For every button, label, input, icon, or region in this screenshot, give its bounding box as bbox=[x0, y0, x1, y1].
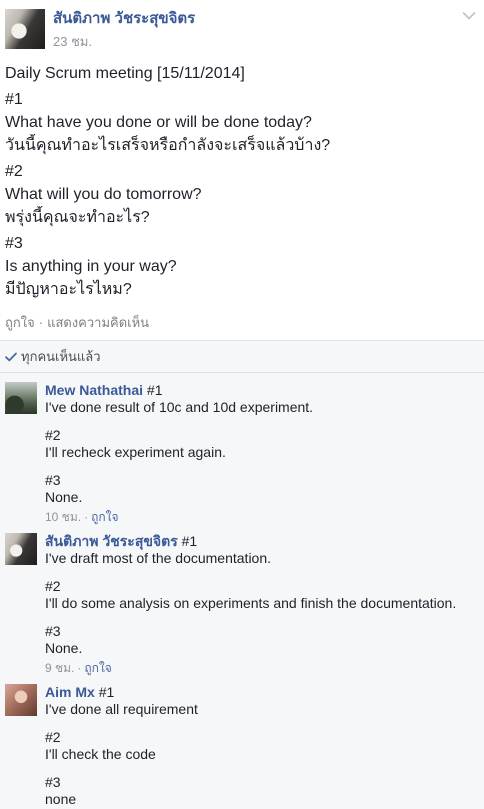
comment-text: None. bbox=[45, 489, 83, 505]
post-question-number: #3 bbox=[5, 235, 23, 252]
comment-text: I've done all requirement bbox=[45, 701, 198, 717]
post-question-en: Is anything in your way? bbox=[5, 258, 177, 275]
comment-meta: 9 ชม. · ถูกใจ bbox=[45, 660, 479, 677]
comment-paragraph: #3 None. bbox=[45, 472, 479, 506]
comment-body: Aim Mx #1 I've done all requirement #2 I… bbox=[45, 684, 479, 808]
commenter-avatar[interactable] bbox=[5, 382, 37, 414]
comment-timestamp[interactable]: 9 ชม. bbox=[45, 661, 74, 675]
comment-tag: #2 bbox=[45, 729, 61, 745]
like-link[interactable]: ถูกใจ bbox=[5, 315, 35, 330]
comment-body: Mew Nathathai #1 I've done result of 10c… bbox=[45, 382, 479, 526]
comment: Aim Mx #1 I've done all requirement #2 I… bbox=[0, 684, 484, 808]
post-question-th: วันนี้คุณทำอะไรเสร็จหรือกำลังจะเสร็จแล้ว… bbox=[5, 137, 331, 154]
comment-tag: #3 bbox=[45, 472, 61, 488]
post-body: Daily Scrum meeting [15/11/2014] #1 What… bbox=[5, 62, 479, 301]
comment-text: I'll check the code bbox=[45, 746, 156, 762]
comment-tag: #1 bbox=[98, 684, 115, 700]
comment-text: I've done result of 10c and 10d experime… bbox=[45, 399, 314, 415]
commenter-name[interactable]: สันติภาพ วัชระสุขจิตร bbox=[45, 533, 178, 549]
seen-label: ทุกคนเห็นแล้ว bbox=[21, 349, 101, 364]
seen-by-row: ทุกคนเห็นแล้ว bbox=[0, 341, 484, 373]
post-paragraph: #1 What have you done or will be done to… bbox=[5, 88, 479, 157]
post-question-en: What have you done or will be done today… bbox=[5, 114, 312, 131]
comment-like-link[interactable]: ถูกใจ bbox=[84, 661, 111, 675]
comment-paragraph: Aim Mx #1 I've done all requirement bbox=[45, 684, 479, 718]
commenter-avatar[interactable] bbox=[5, 533, 37, 565]
comment-paragraph: สันติภาพ วัชระสุขจิตร #1 I've draft most… bbox=[45, 533, 479, 567]
check-icon bbox=[5, 352, 17, 362]
comment-timestamp[interactable]: 10 ชม. bbox=[45, 510, 81, 524]
comment-paragraph: #2 I'll recheck experiment again. bbox=[45, 427, 479, 461]
meta-separator: · bbox=[84, 510, 89, 524]
comment-paragraph: #3 None. bbox=[45, 623, 479, 657]
action-separator: · bbox=[38, 315, 44, 330]
comment-tag: #1 bbox=[181, 533, 198, 549]
post-question-en: What will you do tomorrow? bbox=[5, 186, 202, 203]
comment: สันติภาพ วัชระสุขจิตร #1 I've draft most… bbox=[0, 533, 484, 677]
post-question-th: มีปัญหาอะไรไหม? bbox=[5, 281, 132, 298]
post-question-number: #2 bbox=[5, 163, 23, 180]
comment-text: I've draft most of the documentation. bbox=[45, 550, 272, 566]
comment-body: สันติภาพ วัชระสุขจิตร #1 I've draft most… bbox=[45, 533, 479, 677]
comment-header-line: สันติภาพ วัชระสุขจิตร #1 bbox=[45, 533, 479, 550]
meta-separator: · bbox=[77, 661, 82, 675]
comment-meta: 10 ชม. · ถูกใจ bbox=[45, 509, 479, 526]
post-author-name[interactable]: สันติภาพ วัชระสุขจิตร bbox=[53, 10, 195, 28]
comment-tag: #3 bbox=[45, 774, 61, 790]
comment-header-line: Aim Mx #1 bbox=[45, 684, 479, 701]
post-card: สันติภาพ วัชระสุขจิตร 23 ชม. Daily Scrum… bbox=[0, 0, 484, 341]
post-paragraph: #3 Is anything in your way? มีปัญหาอะไรไ… bbox=[5, 232, 479, 301]
comment-tag: #1 bbox=[146, 382, 163, 398]
commenter-name[interactable]: Aim Mx bbox=[45, 684, 95, 700]
comment: Mew Nathathai #1 I've done result of 10c… bbox=[0, 382, 484, 526]
comment-tag: #2 bbox=[45, 427, 61, 443]
comment-tag: #3 bbox=[45, 623, 61, 639]
post-actions: ถูกใจ · แสดงความคิดเห็น bbox=[5, 314, 149, 332]
commenter-avatar[interactable] bbox=[5, 684, 37, 716]
post-paragraph: Daily Scrum meeting [15/11/2014] bbox=[5, 62, 479, 85]
comment-tag: #2 bbox=[45, 578, 61, 594]
post-paragraph: #2 What will you do tomorrow? พรุ่งนี้คุ… bbox=[5, 160, 479, 229]
chevron-down-icon[interactable] bbox=[462, 11, 476, 21]
comment-paragraph: #2 I'll check the code bbox=[45, 729, 479, 763]
comment-paragraph: Mew Nathathai #1 I've done result of 10c… bbox=[45, 382, 479, 416]
comment-text: I'll recheck experiment again. bbox=[45, 444, 226, 460]
post-timestamp[interactable]: 23 ชม. bbox=[53, 33, 92, 51]
comment-link[interactable]: แสดงความคิดเห็น bbox=[47, 315, 149, 330]
comment-header-line: Mew Nathathai #1 bbox=[45, 382, 479, 399]
post-title-line: Daily Scrum meeting [15/11/2014] bbox=[5, 65, 245, 82]
comment-list: Mew Nathathai #1 I've done result of 10c… bbox=[0, 373, 484, 808]
commenter-name[interactable]: Mew Nathathai bbox=[45, 382, 143, 398]
comment-text: none bbox=[45, 791, 77, 807]
post-author-avatar[interactable] bbox=[5, 9, 45, 49]
comment-text: I'll do some analysis on experiments and… bbox=[45, 595, 457, 611]
comment-like-link[interactable]: ถูกใจ bbox=[91, 510, 118, 524]
comment-text: None. bbox=[45, 640, 83, 656]
post-question-number: #1 bbox=[5, 91, 23, 108]
comment-paragraph: #2 I'll do some analysis on experiments … bbox=[45, 578, 479, 612]
comment-paragraph: #3 none bbox=[45, 774, 479, 808]
post-question-th: พรุ่งนี้คุณจะทำอะไร? bbox=[5, 209, 150, 226]
